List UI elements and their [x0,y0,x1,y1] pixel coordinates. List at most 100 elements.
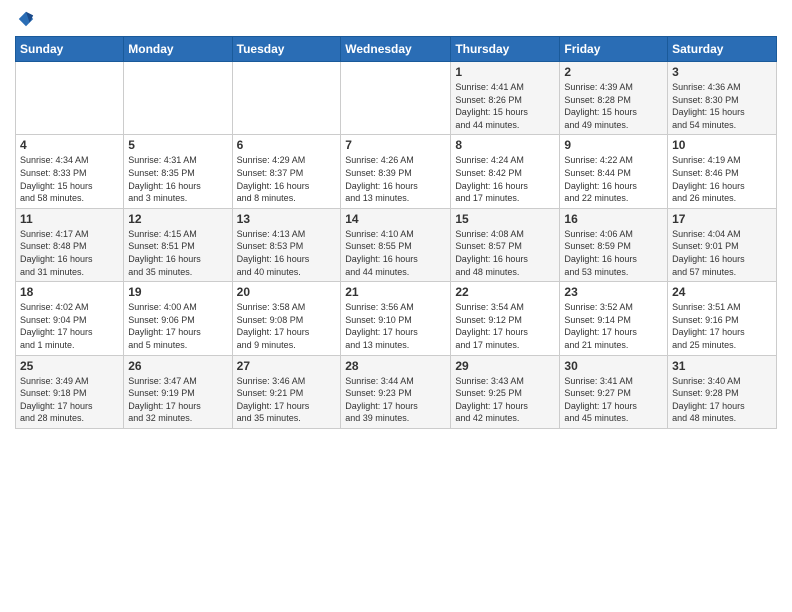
logo-icon [17,10,35,28]
day-info: Sunrise: 4:00 AM Sunset: 9:06 PM Dayligh… [128,301,227,351]
calendar-day-cell [232,62,341,135]
calendar-day-cell: 4 Sunrise: 4:34 AM Sunset: 8:33 PM Daylig… [16,135,124,208]
day-info: Sunrise: 4:06 AM Sunset: 8:59 PM Dayligh… [564,228,663,278]
calendar-day-cell: 18 Sunrise: 4:02 AM Sunset: 9:04 PM Dayli… [16,282,124,355]
calendar-day-cell: 8 Sunrise: 4:24 AM Sunset: 8:42 PM Daylig… [451,135,560,208]
calendar-day-cell [124,62,232,135]
page-header [15,10,777,28]
calendar-week-row: 25 Sunrise: 3:49 AM Sunset: 9:18 PM Dayli… [16,355,777,428]
day-info: Sunrise: 4:19 AM Sunset: 8:46 PM Dayligh… [672,154,772,204]
day-number: 1 [455,65,555,79]
calendar-day-cell: 1 Sunrise: 4:41 AM Sunset: 8:26 PM Daylig… [451,62,560,135]
logo [15,10,35,28]
day-number: 28 [345,359,446,373]
day-number: 5 [128,138,227,152]
day-info: Sunrise: 3:58 AM Sunset: 9:08 PM Dayligh… [237,301,337,351]
day-number: 21 [345,285,446,299]
calendar-day-cell [16,62,124,135]
day-info: Sunrise: 4:24 AM Sunset: 8:42 PM Dayligh… [455,154,555,204]
calendar-day-cell: 27 Sunrise: 3:46 AM Sunset: 9:21 PM Dayli… [232,355,341,428]
day-info: Sunrise: 3:51 AM Sunset: 9:16 PM Dayligh… [672,301,772,351]
day-info: Sunrise: 4:29 AM Sunset: 8:37 PM Dayligh… [237,154,337,204]
calendar-day-cell: 26 Sunrise: 3:47 AM Sunset: 9:19 PM Dayli… [124,355,232,428]
calendar-day-cell: 11 Sunrise: 4:17 AM Sunset: 8:48 PM Dayli… [16,208,124,281]
calendar-week-row: 1 Sunrise: 4:41 AM Sunset: 8:26 PM Daylig… [16,62,777,135]
day-number: 6 [237,138,337,152]
day-info: Sunrise: 3:54 AM Sunset: 9:12 PM Dayligh… [455,301,555,351]
day-number: 24 [672,285,772,299]
day-info: Sunrise: 4:41 AM Sunset: 8:26 PM Dayligh… [455,81,555,131]
day-info: Sunrise: 4:17 AM Sunset: 8:48 PM Dayligh… [20,228,119,278]
day-info: Sunrise: 4:02 AM Sunset: 9:04 PM Dayligh… [20,301,119,351]
calendar-day-cell: 14Sunrise: 4:10 AM Sunset: 8:55 PM Dayli… [341,208,451,281]
day-info: Sunrise: 3:41 AM Sunset: 9:27 PM Dayligh… [564,375,663,425]
day-number: 8 [455,138,555,152]
day-number: 30 [564,359,663,373]
calendar-day-cell: 31 Sunrise: 3:40 AM Sunset: 9:28 PM Dayli… [668,355,777,428]
day-info: Sunrise: 4:31 AM Sunset: 8:35 PM Dayligh… [128,154,227,204]
day-info: Sunrise: 4:22 AM Sunset: 8:44 PM Dayligh… [564,154,663,204]
calendar-header-row: SundayMondayTuesdayWednesdayThursdayFrid… [16,37,777,62]
day-of-week-header: Tuesday [232,37,341,62]
day-number: 4 [20,138,119,152]
calendar-day-cell: 10 Sunrise: 4:19 AM Sunset: 8:46 PM Dayli… [668,135,777,208]
day-number: 2 [564,65,663,79]
day-info: Sunrise: 3:56 AM Sunset: 9:10 PM Dayligh… [345,301,446,351]
day-number: 15 [455,212,555,226]
day-number: 23 [564,285,663,299]
day-number: 20 [237,285,337,299]
day-info: Sunrise: 3:47 AM Sunset: 9:19 PM Dayligh… [128,375,227,425]
day-number: 17 [672,212,772,226]
calendar-day-cell: 2Sunrise: 4:39 AM Sunset: 8:28 PM Daylig… [560,62,668,135]
day-of-week-header: Wednesday [341,37,451,62]
day-number: 18 [20,285,119,299]
day-info: Sunrise: 3:43 AM Sunset: 9:25 PM Dayligh… [455,375,555,425]
day-number: 26 [128,359,227,373]
day-number: 9 [564,138,663,152]
calendar-day-cell: 28 Sunrise: 3:44 AM Sunset: 9:23 PM Dayli… [341,355,451,428]
calendar-day-cell: 22Sunrise: 3:54 AM Sunset: 9:12 PM Dayli… [451,282,560,355]
day-number: 10 [672,138,772,152]
day-info: Sunrise: 3:40 AM Sunset: 9:28 PM Dayligh… [672,375,772,425]
day-number: 11 [20,212,119,226]
day-number: 29 [455,359,555,373]
day-number: 19 [128,285,227,299]
day-number: 13 [237,212,337,226]
calendar-day-cell: 20 Sunrise: 3:58 AM Sunset: 9:08 PM Dayli… [232,282,341,355]
day-number: 12 [128,212,227,226]
day-of-week-header: Friday [560,37,668,62]
calendar-day-cell: 17 Sunrise: 4:04 AM Sunset: 9:01 PM Dayli… [668,208,777,281]
day-info: Sunrise: 4:08 AM Sunset: 8:57 PM Dayligh… [455,228,555,278]
day-number: 3 [672,65,772,79]
day-info: Sunrise: 4:04 AM Sunset: 9:01 PM Dayligh… [672,228,772,278]
day-number: 16 [564,212,663,226]
calendar-day-cell: 5 Sunrise: 4:31 AM Sunset: 8:35 PM Daylig… [124,135,232,208]
day-number: 7 [345,138,446,152]
calendar-day-cell: 21 Sunrise: 3:56 AM Sunset: 9:10 PM Dayli… [341,282,451,355]
calendar-day-cell: 30 Sunrise: 3:41 AM Sunset: 9:27 PM Dayli… [560,355,668,428]
day-info: Sunrise: 3:49 AM Sunset: 9:18 PM Dayligh… [20,375,119,425]
calendar-day-cell: 16 Sunrise: 4:06 AM Sunset: 8:59 PM Dayli… [560,208,668,281]
day-of-week-header: Monday [124,37,232,62]
day-info: Sunrise: 3:44 AM Sunset: 9:23 PM Dayligh… [345,375,446,425]
day-number: 27 [237,359,337,373]
day-info: Sunrise: 3:52 AM Sunset: 9:14 PM Dayligh… [564,301,663,351]
calendar-day-cell: 3Sunrise: 4:36 AM Sunset: 8:30 PM Daylig… [668,62,777,135]
calendar-day-cell: 12Sunrise: 4:15 AM Sunset: 8:51 PM Dayli… [124,208,232,281]
calendar-day-cell: 29 Sunrise: 3:43 AM Sunset: 9:25 PM Dayli… [451,355,560,428]
day-info: Sunrise: 4:10 AM Sunset: 8:55 PM Dayligh… [345,228,446,278]
day-info: Sunrise: 3:46 AM Sunset: 9:21 PM Dayligh… [237,375,337,425]
calendar-week-row: 4 Sunrise: 4:34 AM Sunset: 8:33 PM Daylig… [16,135,777,208]
calendar-day-cell: 7Sunrise: 4:26 AM Sunset: 8:39 PM Daylig… [341,135,451,208]
calendar-day-cell: 24 Sunrise: 3:51 AM Sunset: 9:16 PM Dayli… [668,282,777,355]
calendar-day-cell: 13Sunrise: 4:13 AM Sunset: 8:53 PM Dayli… [232,208,341,281]
day-info: Sunrise: 4:34 AM Sunset: 8:33 PM Dayligh… [20,154,119,204]
calendar-day-cell: 19 Sunrise: 4:00 AM Sunset: 9:06 PM Dayli… [124,282,232,355]
day-number: 31 [672,359,772,373]
day-of-week-header: Thursday [451,37,560,62]
calendar-day-cell: 25 Sunrise: 3:49 AM Sunset: 9:18 PM Dayli… [16,355,124,428]
day-number: 25 [20,359,119,373]
calendar-day-cell [341,62,451,135]
day-of-week-header: Saturday [668,37,777,62]
calendar-day-cell: 9 Sunrise: 4:22 AM Sunset: 8:44 PM Daylig… [560,135,668,208]
